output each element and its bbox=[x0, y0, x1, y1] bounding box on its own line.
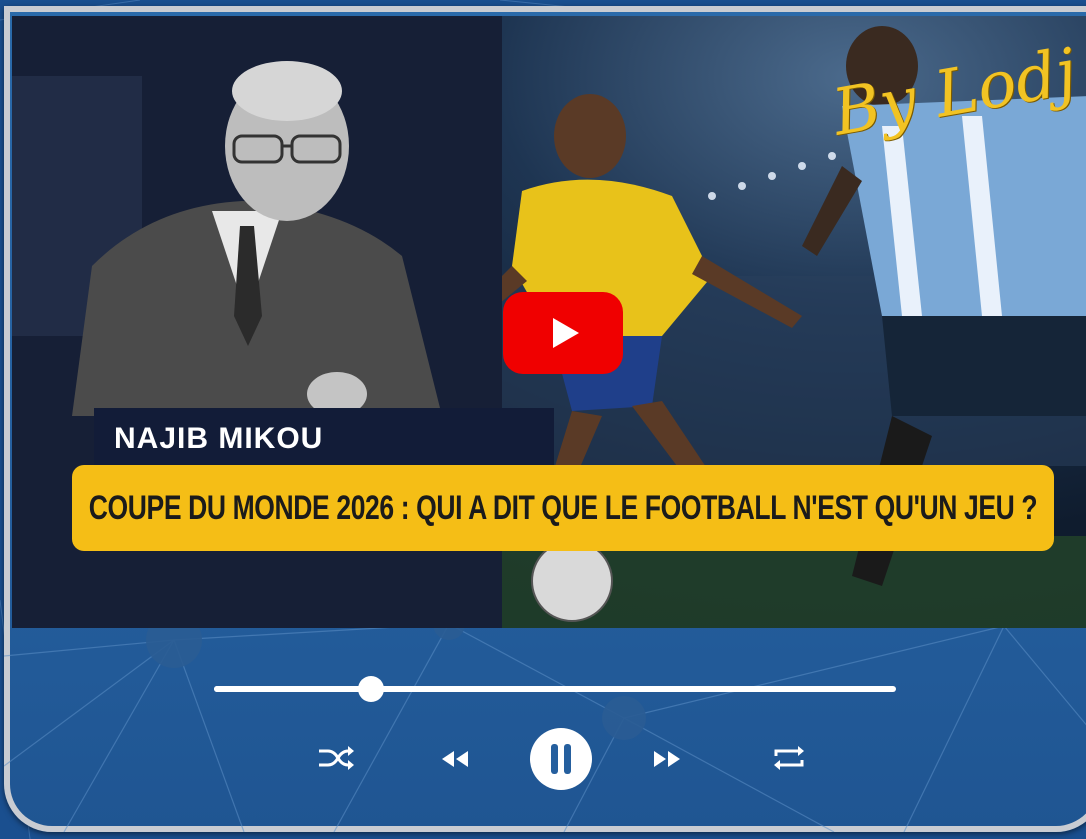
previous-icon bbox=[442, 751, 468, 767]
next-icon bbox=[654, 751, 680, 767]
repeat-button[interactable] bbox=[768, 740, 810, 776]
shuffle-button[interactable] bbox=[314, 740, 358, 776]
next-button[interactable] bbox=[650, 744, 686, 774]
youtube-play-button[interactable] bbox=[503, 292, 623, 374]
headline-banner: COUPE DU MONDE 2026 : QUI A DIT QUE LE F… bbox=[72, 465, 1054, 551]
progress-bar[interactable] bbox=[214, 676, 896, 702]
previous-button[interactable] bbox=[436, 744, 472, 774]
youtube-play-icon bbox=[553, 318, 579, 348]
progress-fill bbox=[214, 686, 371, 692]
progress-thumb[interactable] bbox=[357, 676, 384, 702]
repeat-icon bbox=[774, 746, 804, 770]
presenter-name: NAJIB MIKOU bbox=[114, 422, 324, 455]
shuffle-icon bbox=[319, 746, 354, 770]
video-thumbnail[interactable]: NAJIB MIKOU COUPE DU MONDE 2026 : QUI A … bbox=[12, 16, 1086, 628]
pause-button[interactable] bbox=[530, 728, 592, 790]
player-card: NAJIB MIKOU COUPE DU MONDE 2026 : QUI A … bbox=[4, 6, 1086, 832]
pause-icon bbox=[551, 744, 571, 774]
headline-text: COUPE DU MONDE 2026 : QUI A DIT QUE LE F… bbox=[88, 488, 1038, 527]
